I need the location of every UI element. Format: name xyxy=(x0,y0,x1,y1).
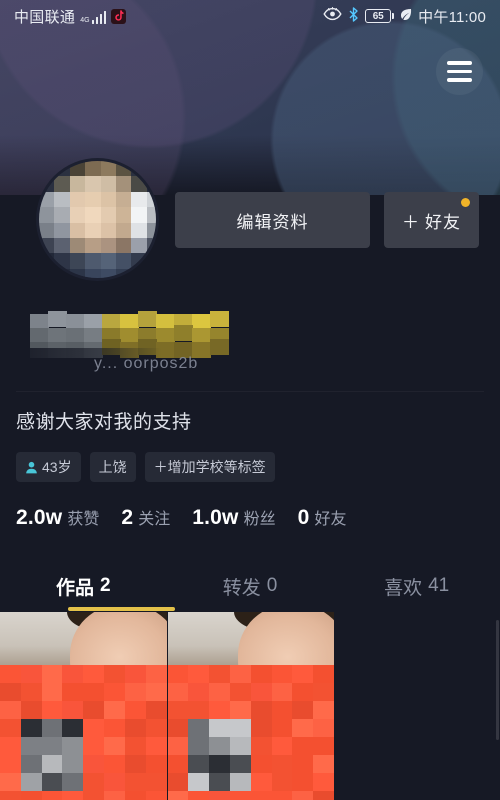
douyin-icon xyxy=(111,8,127,24)
thumbnail-image xyxy=(167,612,335,800)
tab-label: 转发 xyxy=(222,577,261,599)
stat-关注[interactable]: 2 关注 xyxy=(121,505,170,530)
person-icon xyxy=(25,461,38,474)
tab-count: 0 xyxy=(266,575,278,596)
profile-action-row: 编辑资料 ＋ 好友 xyxy=(175,192,479,248)
add-friend-button[interactable]: ＋ 好友 xyxy=(384,192,479,248)
video-grid xyxy=(0,612,500,800)
eye-care-icon xyxy=(323,7,342,25)
censor-overlay xyxy=(0,664,167,800)
plus-icon: ＋ xyxy=(402,212,420,232)
stat-value: 0 xyxy=(297,506,310,529)
stat-label: 好友 xyxy=(314,511,347,528)
tab-label: 作品 xyxy=(56,577,95,599)
stat-label: 粉丝 xyxy=(243,511,276,528)
tag-chip-label: ＋增加学校等标签 xyxy=(153,459,266,475)
bluetooth-icon xyxy=(348,6,359,26)
username-id-label: y... oorpos2b xyxy=(94,355,199,372)
tag-chip-1[interactable]: 上饶 xyxy=(89,452,136,482)
tab-count: 2 xyxy=(100,575,111,596)
add-friend-label: 好友 xyxy=(425,212,461,232)
battery-cap xyxy=(392,13,395,19)
content-tabs: 作品 2 转发 0 喜欢 41 xyxy=(0,560,500,612)
tab-作品[interactable]: 作品 2 xyxy=(0,560,167,612)
username-block[interactable]: y... oorpos2b xyxy=(16,300,336,382)
hamburger-menu-icon[interactable] xyxy=(436,48,483,95)
stat-好友[interactable]: 0 好友 xyxy=(298,505,347,530)
signal-bars-icon xyxy=(91,10,107,24)
clock-label: 中午11:00 xyxy=(418,8,486,26)
stat-粉丝[interactable]: 1.0w 粉丝 xyxy=(192,505,275,530)
scrollbar[interactable] xyxy=(496,620,499,740)
notification-dot-badge xyxy=(461,198,470,207)
active-tab-underline xyxy=(68,607,175,611)
power-saving-leaf-icon xyxy=(400,8,412,25)
stat-label: 关注 xyxy=(138,511,171,528)
battery-level-label: 65 xyxy=(365,9,392,23)
video-thumbnail-2[interactable] xyxy=(167,612,335,800)
tag-chip-label: 43岁 xyxy=(42,459,72,475)
tab-转发[interactable]: 转发 0 xyxy=(167,560,334,612)
video-thumbnail-1[interactable] xyxy=(0,612,167,800)
status-bar-left: 中国联通 4G xyxy=(14,6,127,27)
tag-chip-label: 上饶 xyxy=(98,459,127,475)
thumbnail-image xyxy=(0,612,167,800)
empty-cell xyxy=(335,612,500,800)
network-type-label: 4G xyxy=(80,16,90,24)
tab-label: 喜欢 xyxy=(384,577,423,599)
signal-indicator: 4G xyxy=(80,9,107,24)
status-bar: 中国联通 4G 65 中午11:00 xyxy=(0,0,500,32)
stat-value: 2 xyxy=(121,506,134,529)
douyin-profile-screen: 中国联通 4G 65 中午11:00 编辑资料 ＋ 好友 y... oorpos… xyxy=(0,0,500,800)
battery-indicator: 65 xyxy=(365,9,395,23)
bio-text: 感谢大家对我的支持 xyxy=(16,412,192,433)
stat-value: 2.0w xyxy=(16,506,63,529)
divider xyxy=(16,391,484,392)
stat-获赞[interactable]: 2.0w 获赞 xyxy=(16,505,99,530)
stat-label: 获赞 xyxy=(67,511,100,528)
carrier-label: 中国联通 xyxy=(14,8,76,26)
tag-chip-row: 43岁 上饶 ＋增加学校等标签 xyxy=(16,452,275,482)
avatar-image[interactable] xyxy=(36,158,159,281)
avatar[interactable] xyxy=(36,158,159,281)
tag-chip-0[interactable]: 43岁 xyxy=(16,452,81,482)
tab-喜欢[interactable]: 喜欢 41 xyxy=(333,560,500,612)
censor-overlay xyxy=(167,664,335,800)
edit-profile-button[interactable]: 编辑资料 xyxy=(175,192,370,248)
stat-value: 1.0w xyxy=(192,506,239,529)
status-bar-right: 65 中午11:00 xyxy=(323,6,486,27)
tab-count: 41 xyxy=(428,575,450,596)
stats-row: 2.0w 获赞 2 关注 1.0w 粉丝 0 好友 xyxy=(16,505,347,530)
tag-chip-2[interactable]: ＋增加学校等标签 xyxy=(144,452,275,482)
